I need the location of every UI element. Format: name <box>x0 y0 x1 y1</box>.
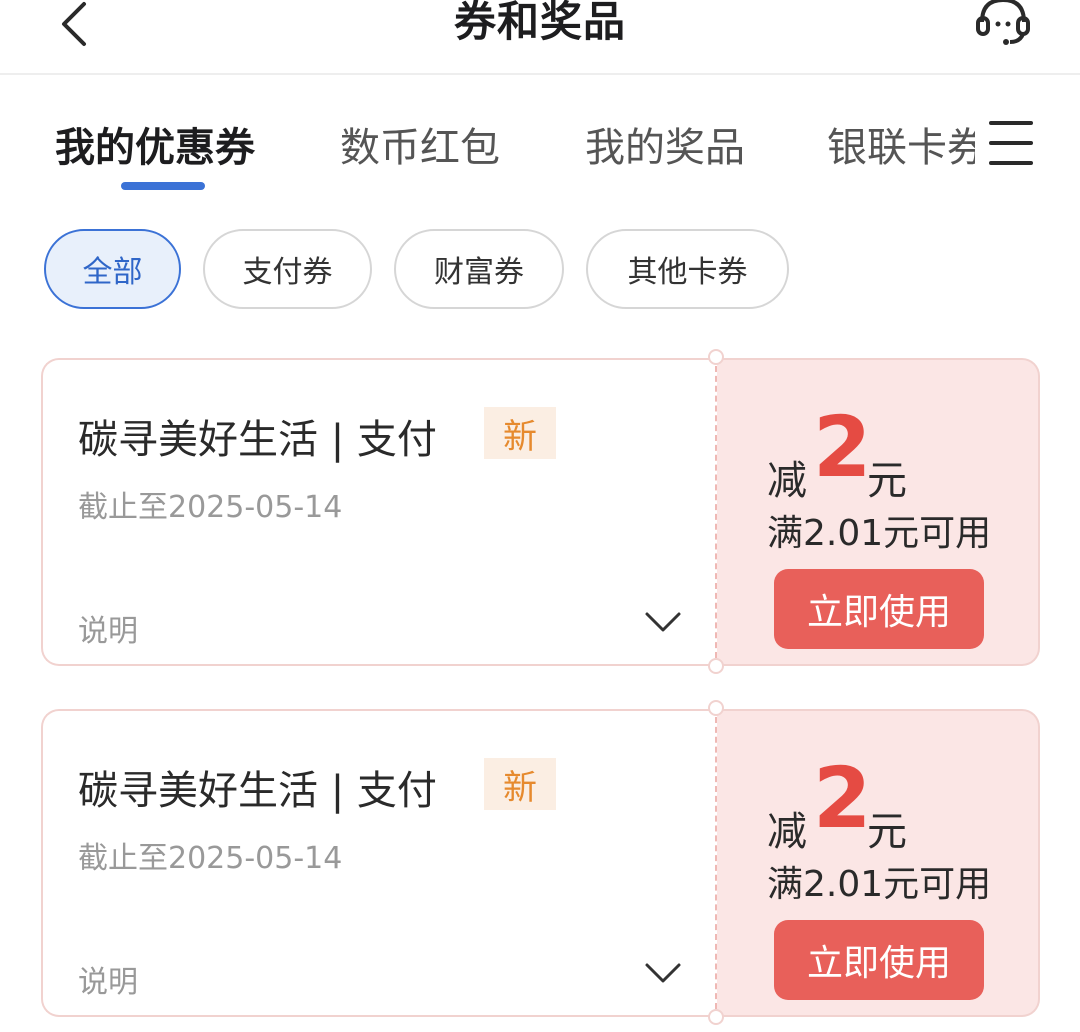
coupon-value-panel: 减 2 元 满2.01元可用 立即使用 <box>717 358 1040 666</box>
menu-button[interactable] <box>985 115 1037 171</box>
tab-my-coupons[interactable]: 我的优惠券 <box>55 115 255 173</box>
filter-other-coupons[interactable]: 其他卡券 <box>586 229 789 309</box>
tab-digital-red-packets[interactable]: 数币红包 <box>340 115 500 173</box>
headset-icon <box>976 0 1030 45</box>
filter-payment-coupons[interactable]: 支付券 <box>203 229 372 309</box>
coupon-info: 碳寻美好生活 | 支付 新 截止至2025-05-14 说明 <box>41 709 717 1017</box>
card-notch <box>708 349 724 365</box>
chevron-down-icon[interactable] <box>643 957 683 987</box>
usage-threshold: 满2.01元可用 <box>767 513 992 554</box>
page-title: 券和奖品 <box>453 0 626 46</box>
discount-unit: 元 <box>867 809 907 855</box>
chevron-down-icon[interactable] <box>643 606 683 636</box>
coupon-info: 碳寻美好生活 | 支付 新 截止至2025-05-14 说明 <box>41 358 717 666</box>
coupon-card: 碳寻美好生活 | 支付 新 截止至2025-05-14 说明 减 2 元 满2.… <box>41 700 1040 1025</box>
coupon-card: 碳寻美好生活 | 支付 新 截止至2025-05-14 说明 减 2 元 满2.… <box>41 349 1040 674</box>
discount-prefix: 减 <box>767 809 807 855</box>
menu-icon-line <box>989 161 1033 165</box>
tab-my-prizes[interactable]: 我的奖品 <box>585 115 745 173</box>
coupon-description-toggle[interactable]: 说明 <box>78 606 138 650</box>
top-bar: 券和奖品 <box>0 0 1080 75</box>
discount-unit: 元 <box>867 458 907 504</box>
customer-service-button[interactable] <box>970 0 1036 48</box>
discount-value: 2 <box>813 749 872 847</box>
tab-unionpay-cards-clip: 银联卡券 <box>825 115 975 171</box>
coupon-expiry: 截止至2025-05-14 <box>78 490 343 525</box>
coupon-expiry: 截止至2025-05-14 <box>78 841 343 876</box>
coupon-value-panel: 减 2 元 满2.01元可用 立即使用 <box>717 709 1040 1017</box>
new-badge: 新 <box>484 758 556 810</box>
card-notch <box>708 658 724 674</box>
category-tabs: 我的优惠券 数币红包 我的奖品 银联卡券 <box>0 75 1080 195</box>
coupon-title: 碳寻美好生活 | 支付 <box>78 417 437 463</box>
perforation-line <box>715 717 717 1009</box>
new-badge: 新 <box>484 407 556 459</box>
use-now-button[interactable]: 立即使用 <box>774 920 984 1000</box>
discount-value: 2 <box>813 398 872 496</box>
filter-wealth-coupons[interactable]: 财富券 <box>394 229 564 309</box>
active-tab-indicator <box>121 182 205 190</box>
discount-prefix: 减 <box>767 458 807 504</box>
tab-unionpay-cards[interactable]: 银联卡券 <box>827 115 975 171</box>
usage-threshold: 满2.01元可用 <box>767 864 992 905</box>
use-now-button[interactable]: 立即使用 <box>774 569 984 649</box>
filter-all[interactable]: 全部 <box>44 229 181 309</box>
card-notch <box>708 1009 724 1025</box>
menu-icon <box>989 121 1033 125</box>
perforation-line <box>715 366 717 658</box>
coupon-description-toggle[interactable]: 说明 <box>78 957 138 1001</box>
coupon-title: 碳寻美好生活 | 支付 <box>78 768 437 814</box>
menu-icon-line <box>989 141 1033 145</box>
card-notch <box>708 700 724 716</box>
